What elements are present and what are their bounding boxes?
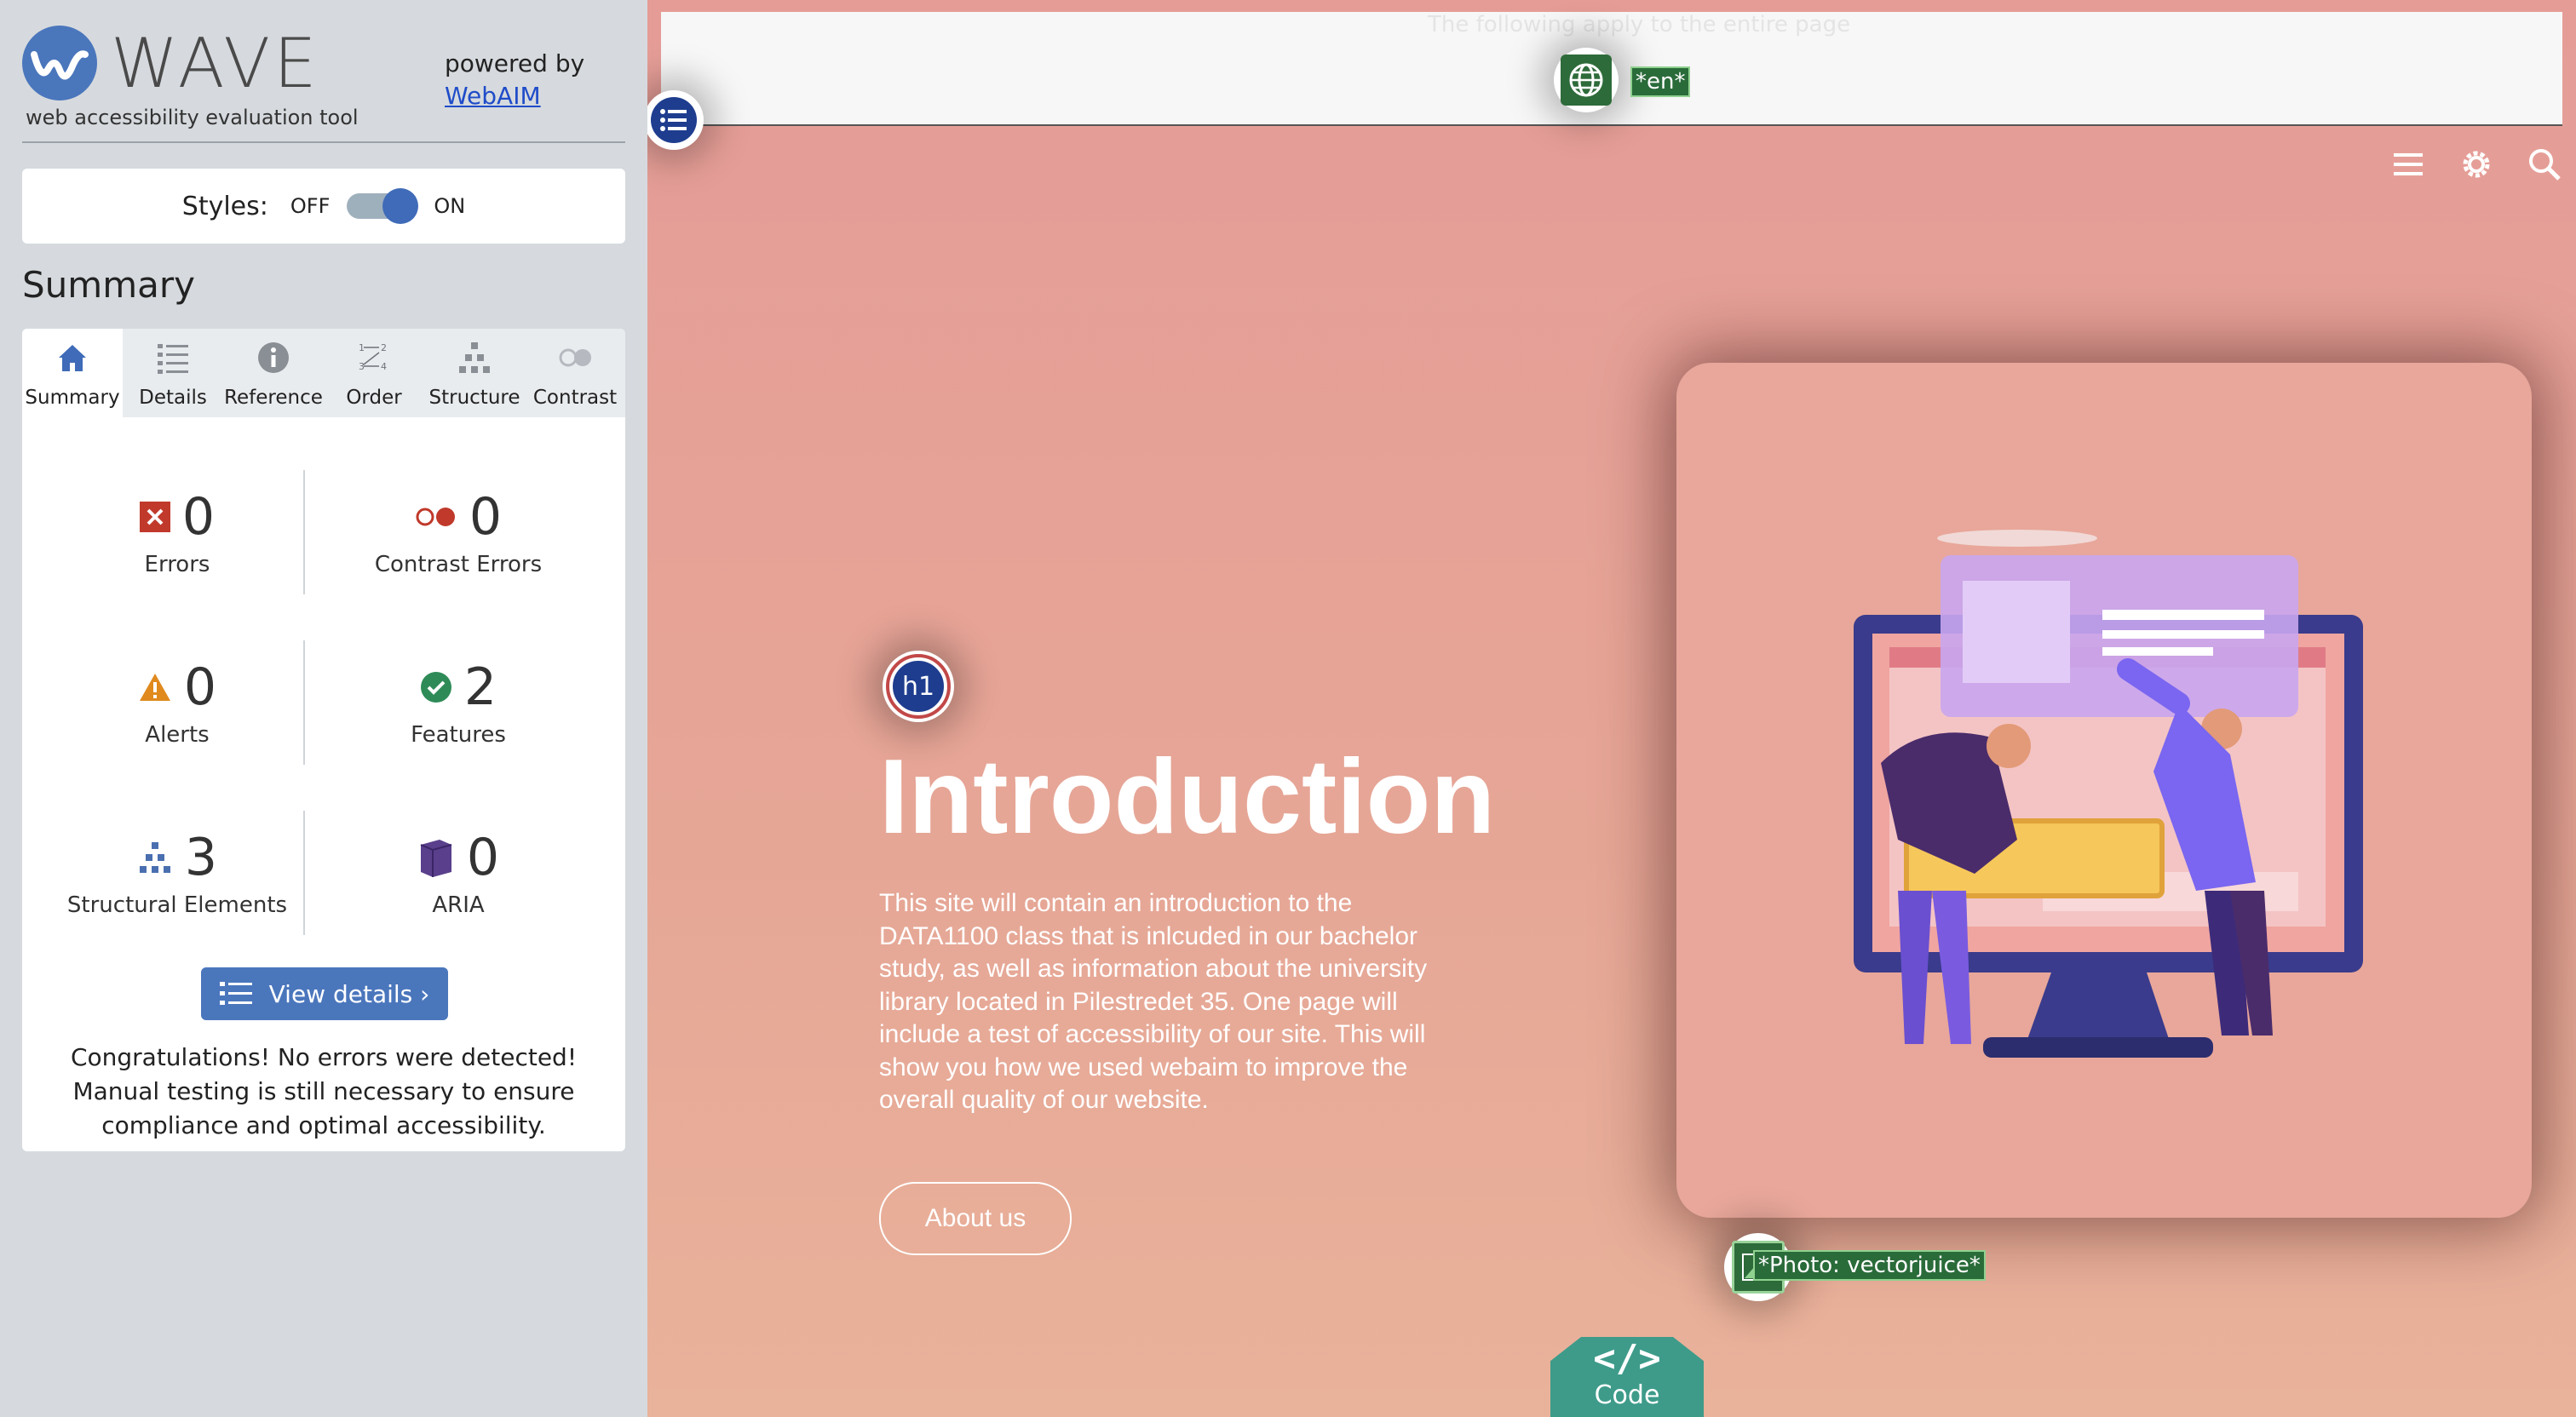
summary-panel: Summary Details Reference 1 2 3 4 Order Str… bbox=[22, 329, 625, 1151]
divider bbox=[22, 141, 625, 143]
stat-label: Features bbox=[411, 722, 506, 748]
globe-icon bbox=[1569, 63, 1603, 97]
styles-off-label: OFF bbox=[290, 194, 331, 218]
tab-label: Reference bbox=[224, 387, 323, 409]
language-tag: *en* bbox=[1630, 66, 1691, 97]
svg-text:4: 4 bbox=[381, 361, 387, 372]
stat-aria[interactable]: 0 ARIA bbox=[322, 828, 595, 918]
list-icon bbox=[158, 344, 188, 374]
hamburger-menu-icon[interactable] bbox=[2390, 146, 2426, 182]
people-at-monitor-illustration bbox=[1854, 530, 2363, 1058]
tab-contrast[interactable]: Contrast bbox=[525, 329, 625, 417]
powered-by-text: powered by bbox=[445, 49, 585, 77]
info-icon bbox=[258, 342, 289, 373]
home-icon bbox=[59, 345, 86, 371]
tab-summary[interactable]: Summary bbox=[22, 329, 123, 417]
tab-label: Contrast bbox=[532, 387, 618, 409]
summary-heading: Summary bbox=[22, 264, 195, 306]
stat-value: 2 bbox=[463, 657, 497, 717]
divider bbox=[303, 811, 305, 935]
site-nav-icons bbox=[2390, 146, 2562, 182]
tab-bar: Summary Details Reference 1 2 3 4 Order Str… bbox=[22, 329, 625, 417]
page-title: Introduction bbox=[879, 738, 1496, 856]
svg-text:2: 2 bbox=[381, 342, 387, 353]
styles-on-label: ON bbox=[434, 194, 466, 218]
stat-value: 0 bbox=[181, 487, 216, 547]
toggle-knob[interactable] bbox=[382, 188, 419, 224]
hero-illustration bbox=[1676, 363, 2532, 1218]
stat-value: 0 bbox=[466, 828, 500, 887]
stat-errors[interactable]: 0 Errors bbox=[41, 487, 313, 577]
stat-label: Alerts bbox=[145, 722, 210, 748]
order-icon: 1 2 3 4 bbox=[359, 342, 387, 372]
tab-label: Structure bbox=[428, 387, 520, 409]
tab-label: Order bbox=[346, 387, 402, 409]
error-icon bbox=[139, 502, 170, 532]
structure-icon bbox=[139, 842, 170, 873]
stat-structural-elements[interactable]: 3 Structural Elements bbox=[41, 828, 313, 918]
structure-icon bbox=[459, 342, 490, 373]
stat-label: Structural Elements bbox=[66, 892, 288, 918]
tab-order[interactable]: 1 2 3 4 Order bbox=[324, 329, 424, 417]
search-icon[interactable] bbox=[2527, 146, 2562, 182]
svg-text:1: 1 bbox=[359, 342, 365, 353]
h1-heading-icon[interactable]: h1 bbox=[883, 651, 954, 722]
gear-icon[interactable] bbox=[2458, 146, 2494, 182]
alert-icon bbox=[139, 674, 170, 701]
stat-value: 0 bbox=[469, 487, 503, 547]
stat-features[interactable]: 2 Features bbox=[322, 657, 595, 748]
divider bbox=[303, 470, 305, 594]
stat-value: 3 bbox=[184, 828, 218, 887]
styles-label: Styles: bbox=[181, 191, 268, 221]
wave-logo-icon bbox=[22, 26, 97, 100]
tab-label: Details bbox=[139, 387, 207, 409]
code-icon: </> bbox=[1593, 1337, 1661, 1380]
congrats-message: Congratulations! No errors were detected… bbox=[70, 1043, 578, 1139]
language-globe-icon[interactable] bbox=[1554, 48, 1619, 112]
feature-icon bbox=[420, 672, 451, 703]
code-panel-toggle[interactable]: </> Code bbox=[1550, 1337, 1704, 1417]
view-details-label: View details › bbox=[268, 979, 430, 1008]
tab-label: Summary bbox=[25, 387, 120, 409]
list-icon bbox=[219, 982, 252, 1005]
stat-contrast-errors[interactable]: 0 Contrast Errors bbox=[322, 487, 595, 577]
outline-list-icon[interactable] bbox=[647, 90, 704, 150]
intro-paragraph: This site will contain an introduction t… bbox=[879, 889, 1428, 1114]
stat-value: 0 bbox=[183, 657, 217, 717]
stat-label: Contrast Errors bbox=[374, 552, 543, 577]
stat-alerts[interactable]: 0 Alerts bbox=[41, 657, 313, 748]
page-level-text: The following apply to the entire page bbox=[1428, 12, 1851, 37]
svg-text:3: 3 bbox=[359, 361, 365, 372]
tab-reference[interactable]: Reference bbox=[223, 329, 324, 417]
styles-toggle-box: Styles: OFF ON bbox=[22, 169, 625, 244]
divider bbox=[303, 640, 305, 765]
wave-logo-word: WAVE bbox=[111, 24, 320, 103]
code-label: Code bbox=[1594, 1380, 1660, 1410]
wave-sidebar: WAVE web accessibility evaluation tool p… bbox=[0, 0, 647, 1417]
contrast-error-icon bbox=[416, 508, 455, 526]
styles-toggle[interactable] bbox=[347, 188, 419, 224]
image-alt-tag: *Photo: vectorjuice* bbox=[1753, 1250, 1986, 1281]
aria-icon bbox=[420, 840, 452, 877]
about-us-button[interactable]: About us bbox=[879, 1182, 1072, 1255]
stat-label: Errors bbox=[144, 552, 210, 577]
list-icon bbox=[660, 109, 687, 131]
view-details-button[interactable]: View details › bbox=[201, 967, 448, 1020]
evaluated-page: The following apply to the entire page *… bbox=[647, 0, 2576, 1417]
tab-structure[interactable]: Structure bbox=[424, 329, 525, 417]
powered-by: powered by WebAIM bbox=[445, 48, 584, 112]
wave-tagline: web accessibility evaluation tool bbox=[26, 106, 359, 129]
stat-label: ARIA bbox=[432, 892, 485, 918]
contrast-icon bbox=[559, 348, 591, 367]
h1-badge-label: h1 bbox=[901, 671, 935, 702]
tab-details[interactable]: Details bbox=[123, 329, 223, 417]
webaim-link[interactable]: WebAIM bbox=[445, 82, 541, 110]
